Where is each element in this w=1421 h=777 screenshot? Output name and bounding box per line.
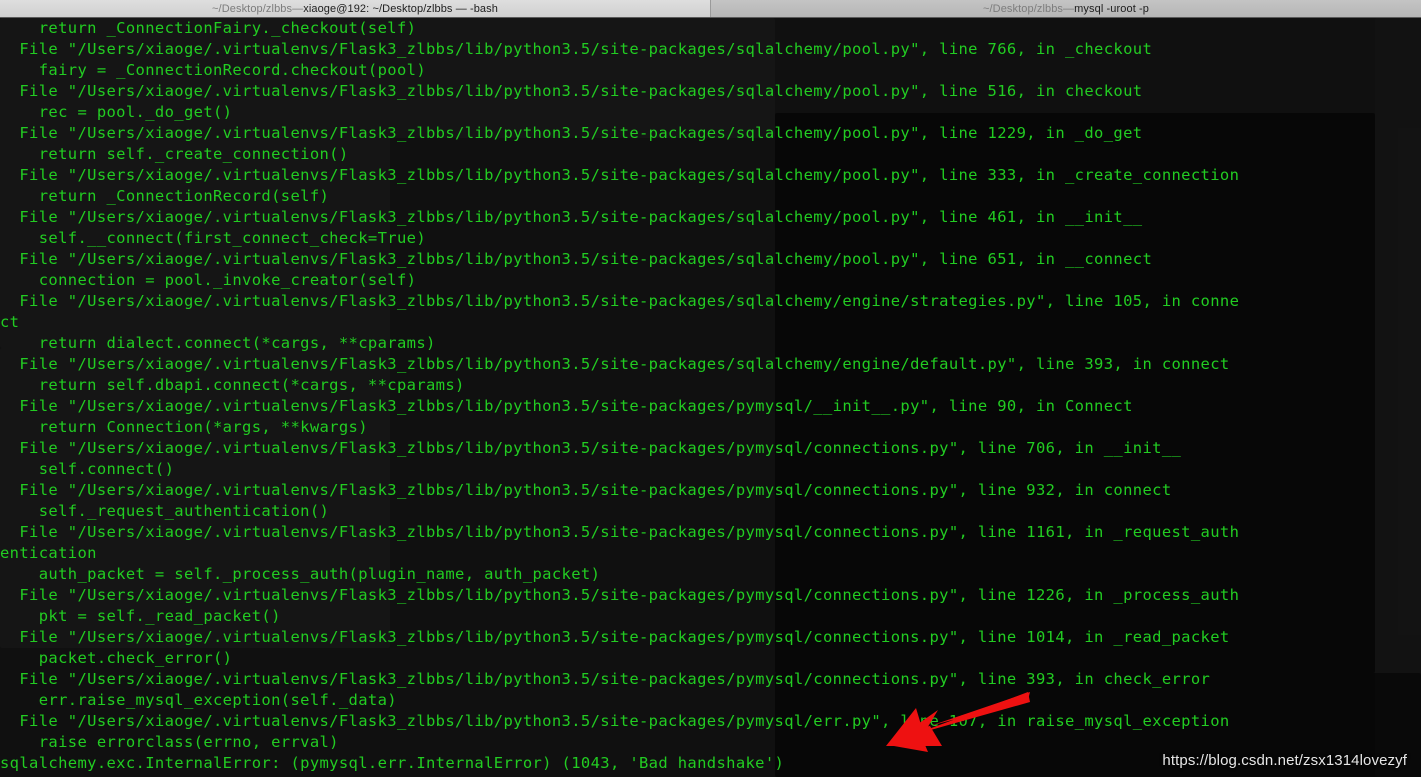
terminal-output-pane[interactable]: return _ConnectionFairy._checkout(self) … [0, 18, 1421, 777]
terminal-line: File "/Users/xiaoge/.virtualenvs/Flask3_… [0, 250, 1153, 268]
terminal-line: raise errorclass(errno, errval) [0, 733, 339, 751]
window-tab-bar: ~/Desktop/zlbbs — xiaoge@192: ~/Desktop/… [0, 0, 1421, 18]
terminal-line: return _ConnectionFairy._checkout(self) [0, 19, 417, 37]
tab-mysql-detail: mysql -uroot -p [1074, 2, 1150, 15]
terminal-line: return self._create_connection() [0, 145, 349, 163]
terminal-line: entication [0, 544, 97, 562]
tab-mysql[interactable]: ~/Desktop/zlbbs — mysql -uroot -p [711, 0, 1421, 17]
tab-bash-separator: — [292, 2, 304, 15]
terminal-line: File "/Users/xiaoge/.virtualenvs/Flask3_… [0, 40, 1153, 58]
terminal-line: auth_packet = self._process_auth(plugin_… [0, 565, 601, 583]
terminal-window: ~/Desktop/zlbbs — xiaoge@192: ~/Desktop/… [0, 0, 1421, 777]
tab-bash-path: ~/Desktop/zlbbs [212, 2, 293, 15]
terminal-line: self._request_authentication() [0, 502, 330, 520]
terminal-line: return dialect.connect(*cargs, **cparams… [0, 334, 436, 352]
terminal-line: File "/Users/xiaoge/.virtualenvs/Flask3_… [0, 586, 1240, 604]
terminal-line: return self.dbapi.connect(*cargs, **cpar… [0, 376, 465, 394]
terminal-line: File "/Users/xiaoge/.virtualenvs/Flask3_… [0, 355, 1230, 373]
terminal-line: self.__connect(first_connect_check=True) [0, 229, 426, 247]
terminal-line: self.connect() [0, 460, 175, 478]
terminal-line: File "/Users/xiaoge/.virtualenvs/Flask3_… [0, 481, 1172, 499]
terminal-line: File "/Users/xiaoge/.virtualenvs/Flask3_… [0, 523, 1240, 541]
tab-mysql-separator: — [1063, 2, 1075, 15]
terminal-line: File "/Users/xiaoge/.virtualenvs/Flask3_… [0, 82, 1143, 100]
terminal-line: pkt = self._read_packet() [0, 607, 281, 625]
watermark-url: https://blog.csdn.net/zsx1314lovezyf [1162, 752, 1407, 769]
terminal-line: File "/Users/xiaoge/.virtualenvs/Flask3_… [0, 439, 1182, 457]
terminal-line: File "/Users/xiaoge/.virtualenvs/Flask3_… [0, 208, 1143, 226]
terminal-line: File "/Users/xiaoge/.virtualenvs/Flask3_… [0, 397, 1133, 415]
tab-mysql-path: ~/Desktop/zlbbs [982, 2, 1064, 15]
tab-bash[interactable]: ~/Desktop/zlbbs — xiaoge@192: ~/Desktop/… [0, 0, 711, 17]
terminal-line: File "/Users/xiaoge/.virtualenvs/Flask3_… [0, 124, 1143, 142]
terminal-line: return _ConnectionRecord(self) [0, 187, 330, 205]
terminal-line: File "/Users/xiaoge/.virtualenvs/Flask3_… [0, 670, 1211, 688]
terminal-line: File "/Users/xiaoge/.virtualenvs/Flask3_… [0, 166, 1240, 184]
terminal-line: rec = pool._do_get() [0, 103, 233, 121]
terminal-line: File "/Users/xiaoge/.virtualenvs/Flask3_… [0, 712, 1230, 730]
terminal-line: fairy = _ConnectionRecord.checkout(pool) [0, 61, 426, 79]
terminal-line: File "/Users/xiaoge/.virtualenvs/Flask3_… [0, 628, 1230, 646]
terminal-line: ct [0, 313, 20, 331]
terminal-line: File "/Users/xiaoge/.virtualenvs/Flask3_… [0, 292, 1240, 310]
terminal-line: packet.check_error() [0, 649, 233, 667]
terminal-line: connection = pool._invoke_creator(self) [0, 271, 417, 289]
terminal-line: return Connection(*args, **kwargs) [0, 418, 368, 436]
terminal-line-list: return _ConnectionFairy._checkout(self) … [0, 18, 1421, 774]
terminal-line: err.raise_mysql_exception(self._data) [0, 691, 397, 709]
tab-bash-detail: xiaoge@192: ~/Desktop/zlbbs — -bash [303, 2, 498, 15]
